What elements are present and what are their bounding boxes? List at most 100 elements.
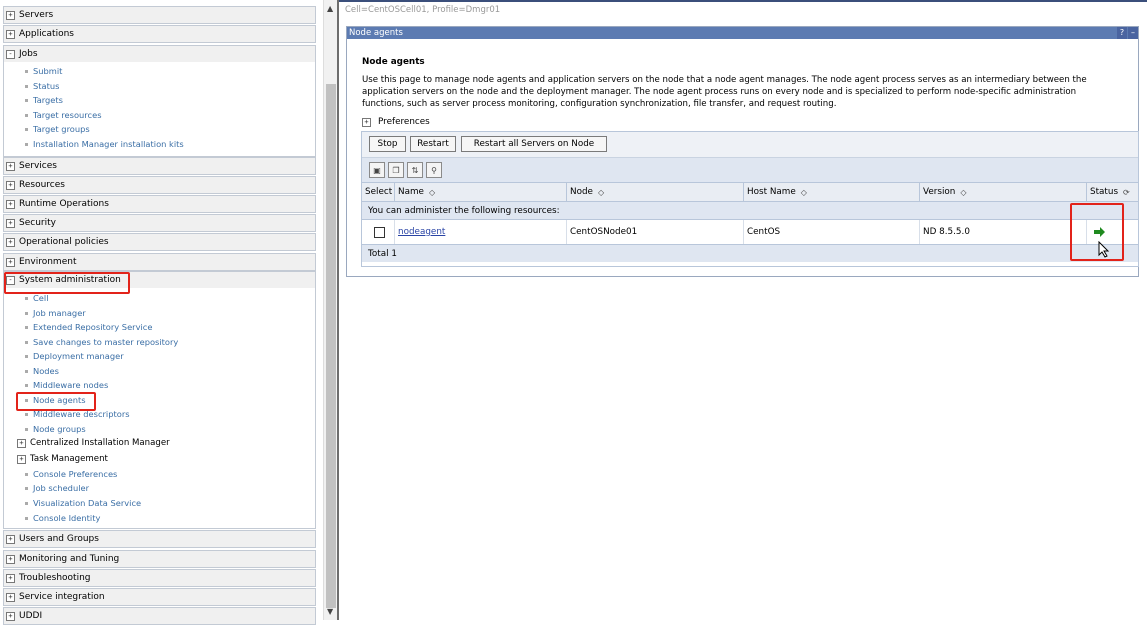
expand-icon[interactable]: + <box>6 237 15 247</box>
nav-item-label[interactable]: Cell <box>33 293 49 303</box>
expand-icon[interactable]: + <box>6 611 15 621</box>
expand-icon[interactable]: + <box>6 573 15 583</box>
nav-item-label[interactable]: Nodes <box>33 366 59 376</box>
nav-item-label[interactable]: Target groups <box>33 124 90 134</box>
nav-section-label[interactable]: Resources <box>19 180 65 190</box>
sort-icon[interactable]: ◇ <box>960 188 966 197</box>
nav-section-header[interactable]: + Troubleshooting <box>4 570 315 586</box>
scroll-down-icon[interactable]: ▼ <box>327 607 333 616</box>
column-version[interactable]: Version ◇ <box>920 183 1087 201</box>
sort-icon[interactable]: ◇ <box>801 188 807 197</box>
nav-item-label[interactable]: Middleware nodes <box>33 380 108 390</box>
nav-item-label[interactable]: Console Preferences <box>33 469 117 479</box>
nav-item[interactable]: Job scheduler <box>25 483 89 493</box>
nav-section-label[interactable]: Security <box>19 218 56 228</box>
nav-section-label[interactable]: Monitoring and Tuning <box>19 554 119 564</box>
restart-all-servers-button[interactable]: Restart all Servers on Node <box>461 136 607 152</box>
expand-icon[interactable]: + <box>6 257 15 267</box>
help-button[interactable]: ? <box>1117 27 1127 39</box>
nav-item-label[interactable]: Visualization Data Service <box>33 498 141 508</box>
nav-item-label[interactable]: Node groups <box>33 424 86 434</box>
nav-section-label[interactable]: Servers <box>19 10 53 20</box>
nav-item[interactable]: Target groups <box>25 124 90 134</box>
nav-subgroup[interactable]: + Centralized Installation Manager <box>17 438 170 448</box>
nav-item[interactable]: Visualization Data Service <box>25 498 141 508</box>
nav-item-label[interactable]: Job scheduler <box>33 483 89 493</box>
nav-section-header[interactable]: + Runtime Operations <box>4 196 315 212</box>
nav-item[interactable]: Status <box>25 81 59 91</box>
nav-section-header[interactable]: + Users and Groups <box>4 531 315 547</box>
nav-item[interactable]: Target resources <box>25 110 102 120</box>
nav-section-header[interactable]: + Operational policies <box>4 234 315 250</box>
scroll-up-icon[interactable]: ▲ <box>327 4 333 13</box>
pane-divider[interactable] <box>337 0 339 620</box>
refresh-status-icon[interactable]: ⟳ <box>1123 188 1130 197</box>
nav-item-label[interactable]: Submit <box>33 66 62 76</box>
nav-section-header[interactable]: + Security <box>4 215 315 231</box>
nav-scrollbar[interactable]: ▲ ▼ <box>323 0 338 620</box>
preferences-toggle[interactable]: + Preferences <box>362 117 430 127</box>
expand-icon[interactable]: + <box>6 10 15 20</box>
preferences-label[interactable]: Preferences <box>378 117 430 127</box>
expand-icon[interactable]: + <box>6 180 15 190</box>
nav-section-header[interactable]: + Applications <box>4 26 315 42</box>
nav-section-header[interactable]: + Services <box>4 158 315 174</box>
nav-section-label[interactable]: Environment <box>19 257 76 267</box>
nav-item-label[interactable]: Save changes to master repository <box>33 337 178 347</box>
nav-section-header[interactable]: - Jobs <box>4 46 315 62</box>
nav-section-label[interactable]: Applications <box>19 29 74 39</box>
nodeagent-link[interactable]: nodeagent <box>398 227 445 237</box>
nav-item-label[interactable]: Status <box>33 81 59 91</box>
nav-item[interactable]: Nodes <box>25 366 59 376</box>
nav-item[interactable]: Middleware nodes <box>25 380 108 390</box>
nav-subgroup-label[interactable]: Task Management <box>30 454 108 464</box>
nav-item[interactable]: Console Identity <box>25 513 100 523</box>
expand-icon[interactable]: + <box>6 592 15 602</box>
expand-icon[interactable]: + <box>6 534 15 544</box>
column-name[interactable]: Name ◇ <box>395 183 567 201</box>
expand-icon[interactable]: + <box>6 218 15 228</box>
nav-item-label[interactable]: Console Identity <box>33 513 100 523</box>
nav-item[interactable]: Console Preferences <box>25 469 117 479</box>
nav-item[interactable]: Deployment manager <box>25 351 124 361</box>
select-all-icon[interactable]: ▣ <box>369 162 385 178</box>
nav-item[interactable]: Submit <box>25 66 62 76</box>
nav-item[interactable]: Save changes to master repository <box>25 337 178 347</box>
nav-section-header[interactable]: + Resources <box>4 177 315 193</box>
nav-item[interactable]: Job manager <box>25 308 86 318</box>
nav-section-label[interactable]: Services <box>19 161 57 171</box>
nav-section-label[interactable]: Troubleshooting <box>19 573 91 583</box>
row-checkbox[interactable] <box>374 226 385 238</box>
sort-icon[interactable]: ◇ <box>598 188 604 197</box>
scrollbar-thumb[interactable] <box>326 84 336 608</box>
deselect-all-icon[interactable]: ❐ <box>388 162 404 178</box>
nav-item[interactable]: Extended Repository Service <box>25 322 152 332</box>
restart-button[interactable]: Restart <box>410 136 456 152</box>
column-node[interactable]: Node ◇ <box>567 183 744 201</box>
column-host-name[interactable]: Host Name ◇ <box>744 183 920 201</box>
expand-icon[interactable]: + <box>17 438 26 448</box>
expand-icon[interactable]: + <box>6 29 15 39</box>
nav-section-header[interactable]: + Servers <box>4 7 315 23</box>
nav-section-label[interactable]: Jobs <box>19 49 38 59</box>
nav-section-header[interactable]: + Service integration <box>4 589 315 605</box>
sort-icon[interactable]: ◇ <box>429 188 435 197</box>
nav-section-label[interactable]: Operational policies <box>19 237 109 247</box>
nav-item-label[interactable]: Deployment manager <box>33 351 124 361</box>
nav-item[interactable]: Cell <box>25 293 49 303</box>
nav-section-label[interactable]: Service integration <box>19 592 105 602</box>
show-filter-icon[interactable]: ⇅ <box>407 162 423 178</box>
nav-item[interactable]: Targets <box>25 95 63 105</box>
nav-item[interactable]: Node groups <box>25 424 86 434</box>
nav-item-label[interactable]: Job manager <box>33 308 86 318</box>
stop-button[interactable]: Stop <box>369 136 406 152</box>
nav-section-label[interactable]: Runtime Operations <box>19 199 109 209</box>
nav-item-label[interactable]: Extended Repository Service <box>33 322 152 332</box>
nav-item[interactable]: Installation Manager installation kits <box>25 139 184 149</box>
nav-section-header[interactable]: + Environment <box>4 254 315 270</box>
expand-icon[interactable]: + <box>6 554 15 564</box>
nav-item-label[interactable]: Installation Manager installation kits <box>33 139 184 149</box>
nav-subgroup[interactable]: + Task Management <box>17 454 108 464</box>
expand-icon[interactable]: + <box>6 161 15 171</box>
nav-section-label[interactable]: Users and Groups <box>19 534 99 544</box>
